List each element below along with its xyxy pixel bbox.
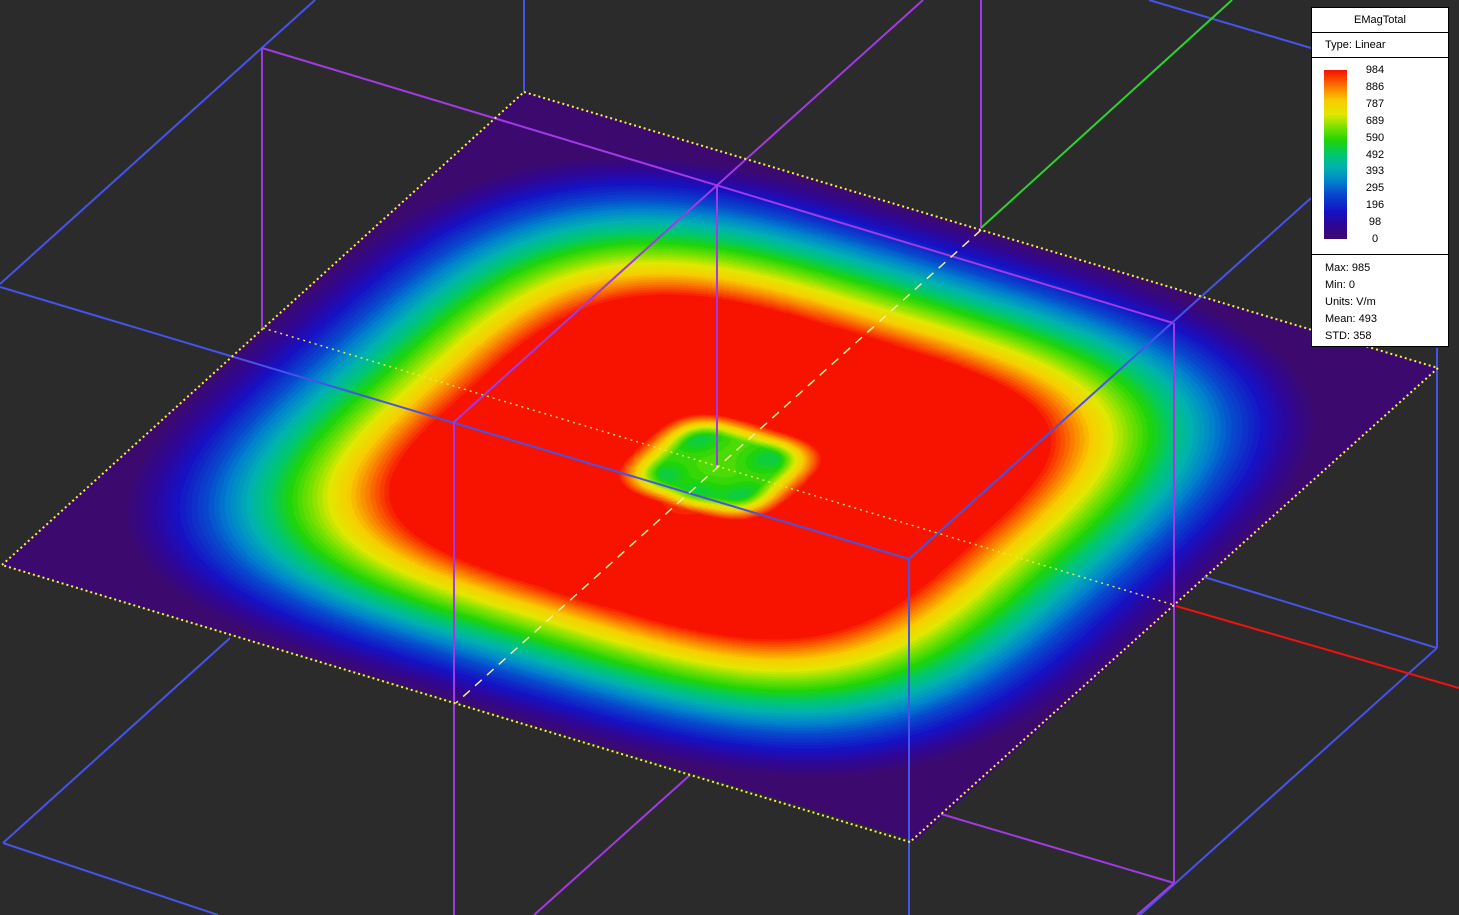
legend-stat-line: Mean: 493 — [1325, 313, 1377, 325]
legend-scale-type: Type: Linear — [1325, 39, 1386, 51]
colorbar-tick-label: 98 — [1368, 216, 1382, 229]
legend-colorbar-panel: 984 886 787 689 590 492 393 295 196 98 0 — [1311, 57, 1449, 255]
legend-stat-line: Min: 0 — [1325, 279, 1355, 291]
domain-box-edge — [1148, 0, 1312, 49]
colorbar-tick-label: 984 — [1365, 64, 1385, 76]
domain-box-edge — [0, 0, 316, 285]
y-axis — [980, 0, 1233, 229]
domain-box-edge — [1139, 647, 1438, 915]
legend-stat-line: Units: V/m — [1325, 296, 1376, 308]
legend-title: EMagTotal — [1354, 14, 1406, 26]
colorbar — [1324, 70, 1347, 239]
padding-box-edge — [940, 813, 1175, 884]
colorbar-tick-label: 787 — [1365, 97, 1385, 110]
colorbar-tick-label: 492 — [1365, 148, 1385, 161]
legend-stats-panel: Max: 985 Min: 0 Units: V/m Mean: 493 STD: 35… — [1311, 254, 1449, 347]
x-axis — [1175, 605, 1459, 689]
colorbar-tick-label: 590 — [1365, 131, 1385, 144]
padding-box-edge — [1136, 882, 1175, 915]
colorbar-tick-label: 689 — [1365, 114, 1385, 127]
colorbar-tick-label: 886 — [1365, 80, 1385, 93]
domain-box-edge — [2, 842, 219, 915]
legend-title-panel: EMagTotal — [1311, 7, 1449, 33]
colorbar-tick-label: 196 — [1365, 199, 1385, 212]
padding-box-edge — [533, 774, 691, 915]
colorbar-tick-label: 393 — [1365, 165, 1385, 178]
colorbar-tick-label: 295 — [1365, 182, 1385, 195]
domain-box-edge — [2, 637, 231, 844]
field-slice-plot[interactable] — [2, 92, 1438, 841]
domain-box-edge — [1203, 576, 1438, 649]
3d-viewport[interactable]: EMagTotal Type: Linear 984 886 787 689 590 49… — [0, 0, 1459, 915]
legend-type-panel: Type: Linear — [1311, 32, 1449, 58]
colorbar-tick-label: 0 — [1371, 233, 1379, 245]
legend-stat-line: Max: 985 — [1325, 262, 1371, 274]
legend-stat-line: STD: 358 — [1325, 330, 1372, 342]
